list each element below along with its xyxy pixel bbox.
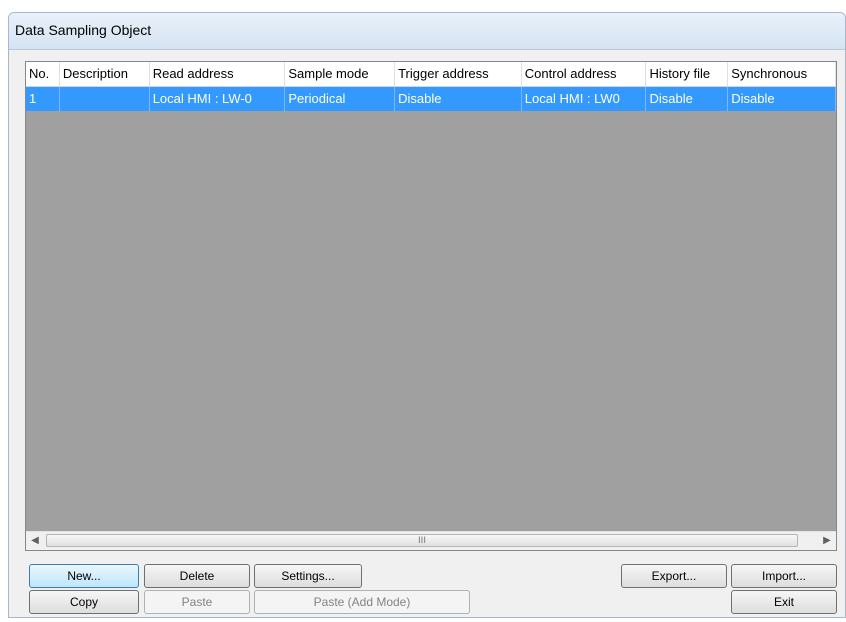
scroll-grip: III — [418, 536, 426, 546]
horizontal-scrollbar[interactable]: ◀ III ▶ — [26, 531, 836, 550]
column-trigger-address[interactable]: Trigger address — [395, 62, 522, 86]
paste-button[interactable]: Paste — [144, 590, 250, 614]
new-button[interactable]: New... — [29, 564, 139, 588]
exit-button[interactable]: Exit — [731, 590, 837, 614]
scroll-left-icon[interactable]: ◀ — [26, 532, 44, 550]
cell-control-address: Local HMI : LW0 — [522, 87, 647, 111]
settings-button[interactable]: Settings... — [254, 564, 362, 588]
column-synchronous[interactable]: Synchronous — [728, 62, 836, 86]
column-sample-mode[interactable]: Sample mode — [285, 62, 396, 86]
column-header: No. Description Read address Sample mode… — [26, 62, 836, 87]
title-bar: Data Sampling Object — [9, 13, 845, 50]
cell-trigger-address: Disable — [395, 87, 522, 111]
scroll-thumb[interactable]: III — [46, 534, 798, 547]
window-title: Data Sampling Object — [15, 22, 152, 38]
cell-description — [60, 87, 150, 111]
delete-button[interactable]: Delete — [144, 564, 250, 588]
column-history-file[interactable]: History file — [646, 62, 729, 86]
column-read-address[interactable]: Read address — [150, 62, 286, 86]
cell-history-file: Disable — [646, 87, 729, 111]
copy-button[interactable]: Copy — [29, 590, 139, 614]
table-row[interactable]: 1 Local HMI : LW-0 Periodical Disable Lo… — [26, 87, 836, 111]
cell-sample-mode: Periodical — [285, 87, 396, 111]
cell-synchronous: Disable — [728, 87, 836, 111]
column-no[interactable]: No. — [26, 62, 60, 86]
scroll-right-icon[interactable]: ▶ — [818, 532, 836, 550]
column-description[interactable]: Description — [60, 62, 150, 86]
export-button[interactable]: Export... — [621, 564, 727, 588]
import-button[interactable]: Import... — [731, 564, 837, 588]
data-sampling-list[interactable]: No. Description Read address Sample mode… — [25, 61, 837, 551]
paste-add-mode-button[interactable]: Paste (Add Mode) — [254, 590, 470, 614]
data-sampling-dialog: Data Sampling Object No. Description Rea… — [8, 12, 846, 618]
column-control-address[interactable]: Control address — [522, 62, 647, 86]
cell-no: 1 — [26, 87, 60, 111]
cell-read-address: Local HMI : LW-0 — [150, 87, 286, 111]
